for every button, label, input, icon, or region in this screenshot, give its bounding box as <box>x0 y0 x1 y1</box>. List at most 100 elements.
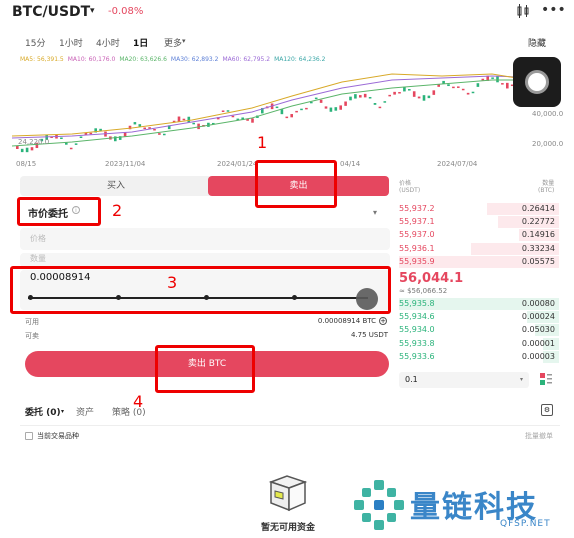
chevron-down-icon[interactable]: ▾ <box>373 208 377 217</box>
ob-price-header: 价格 (USDT) <box>399 180 421 194</box>
annotation-box-3 <box>10 266 391 314</box>
timeframe-1h[interactable]: 1小时 <box>59 36 83 49</box>
hide-chart-button[interactable]: 隐藏 <box>528 36 546 49</box>
ask-row[interactable]: 55,937.0 0.14916 <box>399 229 559 242</box>
pair-dropdown-icon[interactable]: ▾ <box>90 6 95 16</box>
ask-row[interactable]: 55,936.1 0.33234 <box>399 242 559 255</box>
candle <box>143 127 146 130</box>
pair-title[interactable]: BTC/USDT <box>12 4 90 20</box>
candle <box>138 124 142 127</box>
candle <box>378 106 382 109</box>
candle <box>363 93 367 98</box>
candle <box>314 97 318 100</box>
candle <box>412 91 416 97</box>
batch-cancel-button[interactable]: 批量撤单 <box>525 431 553 441</box>
candle <box>408 89 411 91</box>
current-pair-checkbox[interactable] <box>25 432 33 440</box>
candle <box>295 110 298 113</box>
empty-state-text: 暂无可用资金 <box>261 523 316 533</box>
bid-row[interactable]: 55,933.8 0.00001 <box>399 337 559 350</box>
ask-row[interactable]: 55,937.1 0.22772 <box>399 216 559 229</box>
ma-legend-item: MA20: 63,626.6 <box>119 56 167 63</box>
price-change: -0.08% <box>108 6 144 17</box>
ob-price: 55,937.1 <box>399 217 435 227</box>
ob-qty: 0.00001 <box>521 338 555 348</box>
candle <box>329 107 333 112</box>
candle <box>334 107 338 111</box>
candle <box>74 143 78 145</box>
last-price-usd: ≈ $56,066.52 <box>399 287 448 295</box>
timeframe-more[interactable]: 更多 <box>164 36 182 49</box>
tab-orders[interactable]: 委托 (0) <box>25 405 61 418</box>
ob-price: 55,934.0 <box>399 325 435 335</box>
candle <box>491 77 494 79</box>
ob-qty: 0.05030 <box>521 325 555 335</box>
ask-row[interactable]: 55,937.2 0.26414 <box>399 203 559 215</box>
ob-price: 55,935.8 <box>399 299 435 308</box>
ob-price: 55,935.9 <box>399 256 435 266</box>
candle <box>16 146 19 149</box>
candle <box>388 94 391 97</box>
bid-row[interactable]: 55,933.6 0.00003 <box>399 350 559 363</box>
orders-caret-icon[interactable]: ▾ <box>61 408 64 415</box>
candle <box>69 147 73 150</box>
candle <box>319 99 323 103</box>
ma-legend-item: MA5: 56,391.5 <box>20 56 64 63</box>
chevron-down-icon[interactable]: ▾ <box>520 376 523 383</box>
candle <box>163 133 166 136</box>
candle <box>383 101 387 103</box>
candle <box>177 116 181 122</box>
candle <box>393 91 396 95</box>
x-axis-label: 2023/11/04 <box>105 160 146 168</box>
candle <box>275 106 279 109</box>
candle <box>471 91 475 94</box>
bid-row[interactable]: 55,934.0 0.05030 <box>399 324 559 337</box>
candle <box>339 105 342 110</box>
ob-price: 55,933.8 <box>399 338 435 348</box>
timeframe-1d[interactable]: 1日 <box>133 36 148 49</box>
tab-assets[interactable]: 资产 <box>76 405 94 418</box>
amount-field[interactable]: 数量 <box>20 253 390 267</box>
more-icon[interactable]: ••• <box>541 2 566 18</box>
ob-qty: 0.00024 <box>521 312 555 322</box>
candle <box>427 95 431 99</box>
candle <box>79 136 83 138</box>
divider <box>20 425 560 426</box>
ob-price: 55,936.1 <box>399 243 435 253</box>
candle <box>461 88 465 91</box>
price-chart[interactable] <box>12 66 560 166</box>
candle <box>300 108 303 111</box>
candlestick-icon[interactable] <box>516 4 530 22</box>
floating-assistive-button[interactable] <box>513 57 561 107</box>
candle <box>398 92 401 94</box>
candle <box>30 147 34 151</box>
depth-select[interactable]: 0.1 <box>399 372 529 388</box>
current-pair-label[interactable]: 当前交易品种 <box>37 431 79 441</box>
candle <box>133 122 137 125</box>
candle <box>368 97 372 99</box>
available-label: 可用 <box>25 318 39 326</box>
candle <box>305 107 308 110</box>
available-value: 0.00008914 BTC <box>317 317 376 325</box>
order-settings-icon[interactable]: ⚙ <box>541 404 553 416</box>
candle <box>280 109 284 115</box>
timeframe-4h[interactable]: 4小时 <box>96 36 120 49</box>
candle <box>457 86 460 88</box>
bid-row[interactable]: 55,935.8 0.00080 <box>399 298 559 310</box>
candle <box>187 116 191 123</box>
orderbook-layout-icon[interactable] <box>540 373 552 385</box>
ask-row[interactable]: 55,935.9 0.05575 <box>399 255 559 268</box>
candle <box>182 118 186 121</box>
timeframe-15m[interactable]: 15分 <box>25 36 45 49</box>
add-icon[interactable]: + <box>379 317 387 325</box>
candle <box>221 110 225 112</box>
candle <box>349 96 352 101</box>
bid-row[interactable]: 55,934.6 0.00024 <box>399 311 559 324</box>
candle <box>452 86 455 89</box>
candle <box>153 129 156 131</box>
more-caret-icon[interactable]: ▾ <box>182 37 186 45</box>
ob-qty: 0.00003 <box>521 351 555 361</box>
buy-tab[interactable]: 买入 <box>20 176 212 196</box>
ob-price: 55,937.2 <box>399 204 435 213</box>
price-field[interactable]: 价格 <box>20 228 390 250</box>
